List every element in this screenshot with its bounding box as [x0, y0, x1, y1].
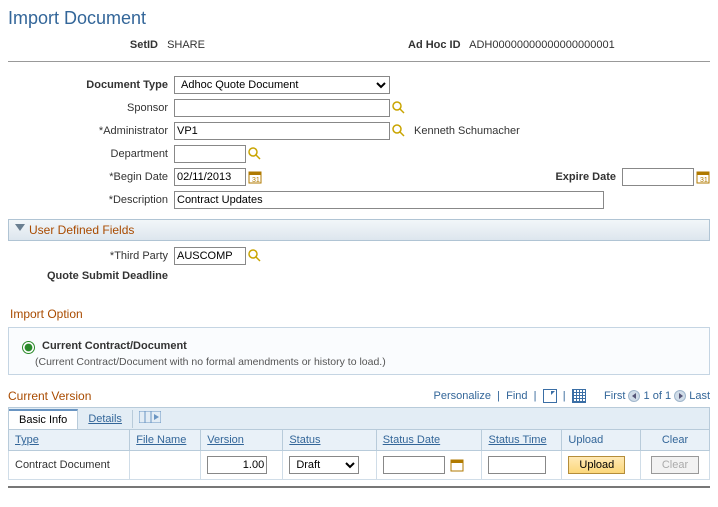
pager-last[interactable]: Last [689, 390, 710, 402]
document-type-label: Document Type [8, 79, 168, 91]
version-input[interactable] [207, 456, 267, 474]
personalize-link[interactable]: Personalize [434, 390, 491, 402]
col-status[interactable]: Status [283, 430, 376, 451]
user-defined-fields-section-header[interactable]: User Defined Fields [8, 219, 710, 241]
department-input[interactable] [174, 145, 246, 163]
svg-text:31: 31 [700, 177, 708, 184]
sponsor-input[interactable] [174, 99, 390, 117]
status-time-input[interactable] [488, 456, 546, 474]
pager-next-icon[interactable] [674, 390, 686, 402]
administrator-label: *Administrator [8, 125, 168, 137]
setid-value: SHARE [167, 39, 205, 51]
document-type-select[interactable]: Adhoc Quote Document [174, 76, 390, 94]
department-label: Department [8, 148, 168, 160]
pager-range: 1 of 1 [644, 390, 672, 402]
sponsor-label: Sponsor [8, 102, 168, 114]
zoom-icon[interactable] [543, 389, 557, 403]
quote-submit-deadline-label: Quote Submit Deadline [8, 270, 168, 282]
tab-details[interactable]: Details [78, 410, 133, 428]
pager-first[interactable]: First [604, 390, 625, 402]
page-title: Import Document [8, 8, 710, 29]
begin-date-calendar-icon[interactable]: 31 [248, 170, 262, 184]
description-label: *Description [8, 194, 168, 206]
col-upload: Upload [562, 430, 641, 451]
col-type[interactable]: Type [9, 430, 130, 451]
collapse-icon[interactable] [15, 223, 25, 237]
col-clear: Clear [641, 430, 710, 451]
bottom-divider [8, 486, 710, 488]
third-party-label: *Third Party [8, 250, 168, 262]
clear-button: Clear [651, 456, 699, 474]
expire-date-calendar-icon[interactable]: 31 [696, 170, 710, 184]
cell-type: Contract Document [9, 451, 130, 480]
user-defined-fields-title: User Defined Fields [29, 223, 134, 237]
pager-prev-icon[interactable] [628, 390, 640, 402]
adhoc-id-value: ADH00000000000000000001 [469, 39, 615, 51]
cell-file-name [130, 451, 201, 480]
status-select[interactable]: Draft [289, 456, 359, 474]
begin-date-label: *Begin Date [8, 171, 168, 183]
third-party-input[interactable] [174, 247, 246, 265]
download-grid-icon[interactable] [572, 389, 586, 403]
status-date-input[interactable] [383, 456, 445, 474]
divider [8, 61, 710, 62]
status-date-calendar-icon[interactable] [450, 458, 464, 472]
current-version-grid: Type File Name Version Status Status Dat… [8, 429, 710, 480]
adhoc-id-label: Ad Hoc ID [408, 39, 461, 51]
col-version[interactable]: Version [201, 430, 283, 451]
upload-button[interactable]: Upload [568, 456, 625, 474]
setid-label: SetID [8, 39, 158, 51]
current-contract-radio[interactable] [22, 341, 35, 354]
col-status-time[interactable]: Status Time [482, 430, 562, 451]
show-all-columns-icon[interactable] [133, 409, 167, 428]
current-version-title: Current Version [8, 389, 91, 403]
administrator-input[interactable] [174, 122, 390, 140]
svg-text:31: 31 [252, 177, 260, 184]
import-option-block: Current Contract/Document (Current Contr… [8, 327, 710, 375]
sponsor-lookup-icon[interactable] [392, 101, 406, 115]
table-row: Contract Document Draft Upload Clear [9, 451, 710, 480]
administrator-lookup-icon[interactable] [392, 124, 406, 138]
col-status-date[interactable]: Status Date [376, 430, 482, 451]
expire-date-input[interactable] [622, 168, 694, 186]
current-contract-radio-subtext: (Current Contract/Document with no forma… [35, 356, 701, 368]
current-contract-radio-label: Current Contract/Document [42, 340, 187, 352]
import-option-title: Import Option [10, 307, 710, 321]
department-lookup-icon[interactable] [248, 147, 262, 161]
col-file-name[interactable]: File Name [130, 430, 201, 451]
third-party-lookup-icon[interactable] [248, 249, 262, 263]
administrator-name-display: Kenneth Schumacher [414, 125, 520, 137]
description-input[interactable] [174, 191, 604, 209]
find-link[interactable]: Find [506, 390, 527, 402]
expire-date-label: Expire Date [555, 171, 616, 183]
tab-basic-info[interactable]: Basic Info [9, 409, 78, 429]
begin-date-input[interactable] [174, 168, 246, 186]
